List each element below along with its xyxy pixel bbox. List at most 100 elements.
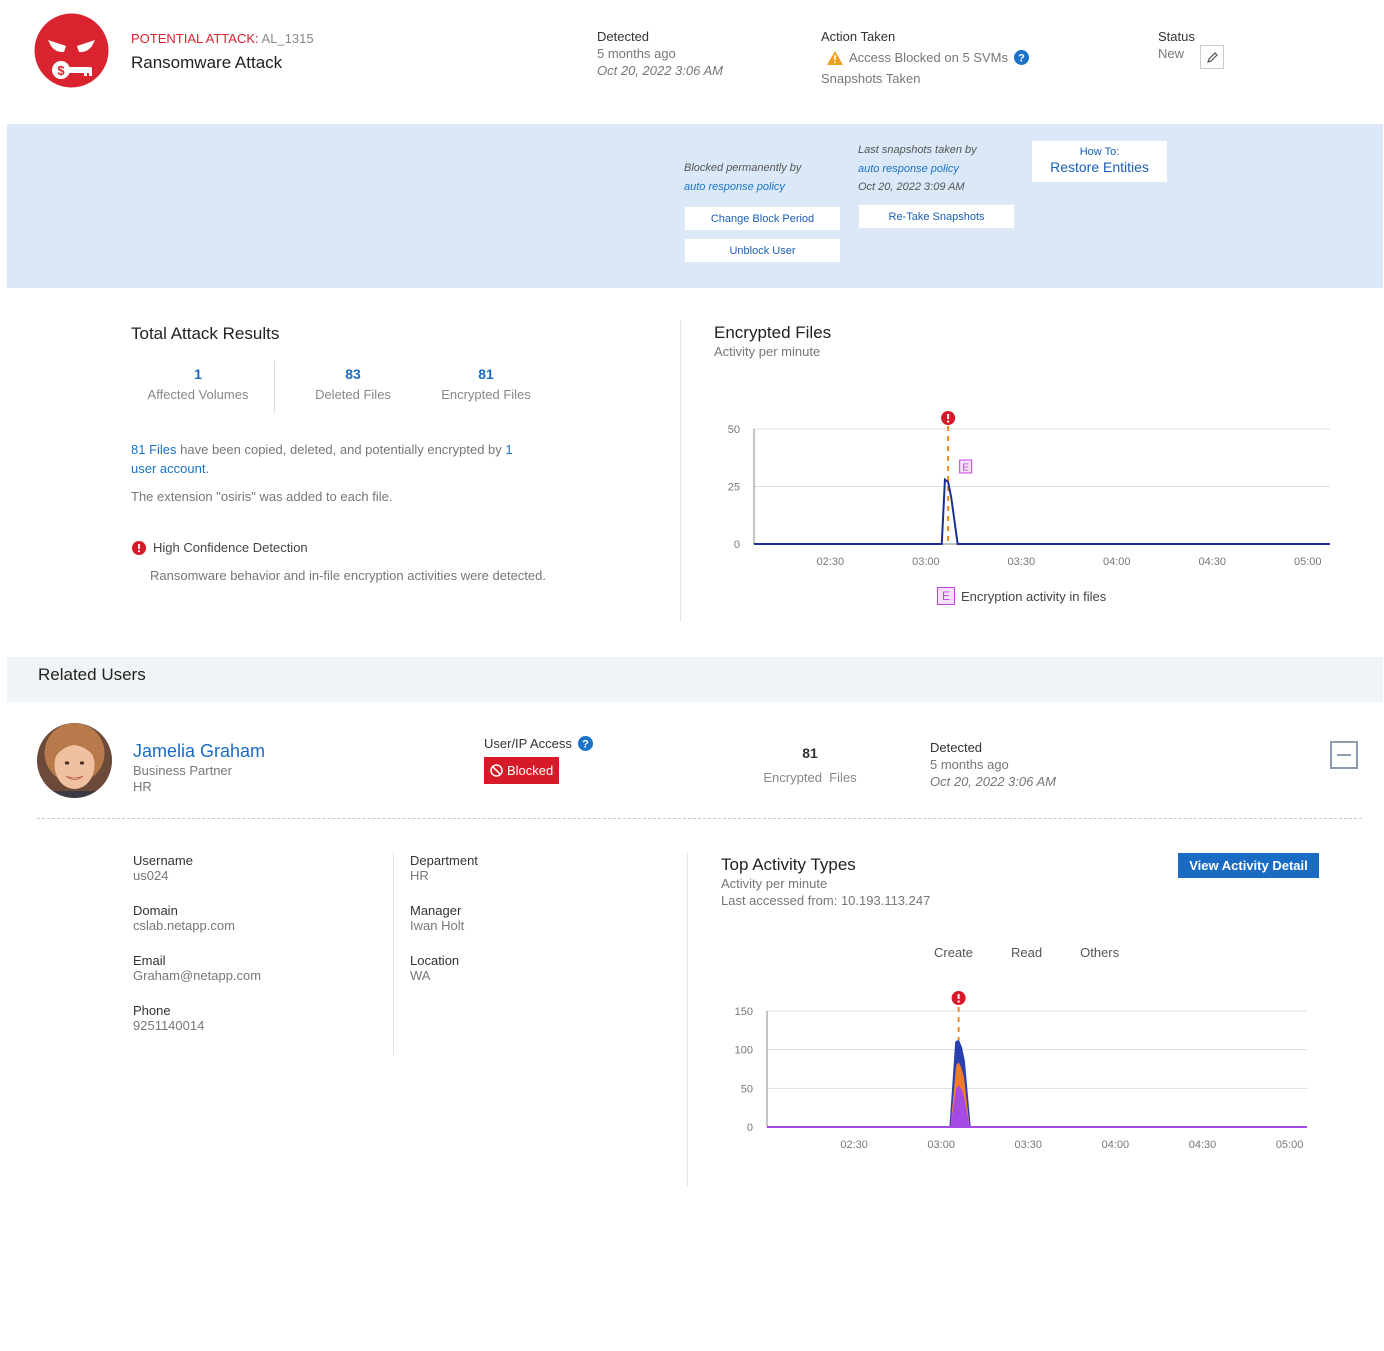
legend-read[interactable]: Read — [1011, 945, 1042, 960]
x-tick-label: 02:30 — [840, 1139, 868, 1151]
retake-snapshots-button[interactable]: Re-Take Snapshots — [858, 204, 1015, 229]
field-label: Phone — [133, 1003, 171, 1018]
x-tick-label: 04:30 — [1198, 556, 1226, 568]
change-block-period-button[interactable]: Change Block Period — [684, 206, 841, 231]
field-manager: Manager Iwan Holt — [410, 903, 478, 953]
how-to-restore-button[interactable]: How To: Restore Entities — [1032, 141, 1167, 182]
x-tick-label: 05:00 — [1276, 1139, 1304, 1151]
user-detected-label: Detected — [930, 740, 983, 755]
alert-icon — [132, 540, 146, 555]
edit-status-button[interactable] — [1200, 45, 1224, 69]
dashed-separator — [37, 818, 1362, 819]
field-value: us024 — [133, 868, 169, 883]
manager-link[interactable]: Iwan Holt — [410, 918, 478, 933]
y-tick-label: 100 — [735, 1045, 753, 1057]
user-dept: HR — [133, 779, 152, 794]
user-access-row: User/IP Access ? — [484, 736, 593, 751]
user-account-link[interactable]: user account — [131, 461, 205, 476]
stat-label: Deleted Files — [315, 387, 391, 402]
svg-text:?: ? — [582, 739, 589, 751]
legend-others[interactable]: Others — [1080, 945, 1119, 960]
email-link[interactable]: Graham@netapp.com — [133, 968, 261, 983]
user-fields-left: Username us024 Domain cslab.netapp.com E… — [133, 853, 261, 1053]
user-avatar — [37, 723, 112, 798]
field-value: cslab.netapp.com — [133, 918, 235, 933]
x-tick-label: 02:30 — [817, 556, 845, 568]
legend-label: Encryption activity in files — [961, 588, 1107, 604]
stat-value: 1 — [194, 366, 202, 382]
encryption-marker-icon: E — [937, 587, 955, 605]
help-icon[interactable]: ? — [577, 736, 593, 751]
confidence-row: High Confidence Detection — [132, 540, 308, 555]
status-value: New — [1158, 46, 1185, 61]
stat-affected-volumes: 1 Affected Volumes — [134, 366, 262, 402]
encrypted-files-chart: 0 25 50 02:30 03:00 03:30 04:00 04:30 05:00 E — [728, 411, 1330, 568]
detected-time: Oct 20, 2022 3:06 AM — [597, 63, 723, 78]
related-users-header — [7, 657, 1383, 702]
area-series-create — [767, 1083, 1307, 1128]
files-link[interactable]: 81 Files — [131, 442, 177, 457]
field-location: Location WA — [410, 953, 478, 1003]
svg-text:$: $ — [57, 63, 65, 78]
results-title: Total Attack Results — [131, 324, 280, 343]
detected-relative: 5 months ago — [597, 46, 676, 61]
status-label: Status — [1158, 29, 1195, 44]
blocked-by-text: Blocked permanently by — [684, 162, 802, 174]
y-tick-label: 0 — [747, 1122, 753, 1134]
series-line — [754, 477, 1330, 545]
attack-summary: 81 Files have been copied, deleted, and … — [131, 440, 551, 478]
user-encrypted-count: 81 — [802, 745, 818, 761]
stat-label: Affected Volumes — [147, 387, 249, 402]
user-count-link[interactable]: 1 — [505, 442, 512, 457]
field-label: Department — [410, 853, 478, 868]
activity-title: Top Activity Types — [721, 855, 856, 874]
x-tick-label: 04:30 — [1189, 1139, 1217, 1151]
field-username: Username us024 — [133, 853, 261, 903]
field-value: HR — [410, 868, 429, 883]
stat-label: Encrypted Files — [441, 387, 531, 402]
field-value: WA — [410, 968, 431, 983]
collapse-button[interactable] — [1330, 741, 1358, 769]
x-tick-label: 04:00 — [1103, 556, 1131, 568]
view-activity-detail-button[interactable]: View Activity Detail — [1178, 853, 1319, 878]
alert-icon-dot — [957, 1000, 960, 1003]
related-users-title: Related Users — [38, 665, 146, 684]
user-detected-time: Oct 20, 2022 3:06 AM — [930, 774, 1056, 789]
confidence-text: Ransomware behavior and in-file encrypti… — [150, 568, 546, 583]
alert-icon-bar — [947, 414, 950, 419]
help-icon[interactable]: ? — [1013, 50, 1029, 65]
action-taken-row: Access Blocked on 5 SVMs ? — [827, 50, 1029, 65]
summary-end: . — [205, 461, 210, 476]
x-tick-label: 04:00 — [1102, 1139, 1130, 1151]
field-email: Email Graham@netapp.com — [133, 953, 261, 1003]
encrypted-chart-legend: E Encryption activity in files — [937, 587, 1106, 605]
stat-divider — [274, 361, 275, 413]
encrypted-chart-title: Encrypted Files — [714, 323, 832, 342]
section-divider — [680, 320, 681, 622]
field-phone: Phone 9251140014 — [133, 1003, 261, 1053]
field-label: Email — [133, 953, 166, 968]
action-taken-text: Access Blocked on 5 SVMs — [849, 50, 1008, 65]
y-tick-label: 150 — [735, 1006, 753, 1018]
y-tick-label: 50 — [741, 1083, 753, 1095]
area-series-read — [767, 1060, 1307, 1128]
unblock-user-button[interactable]: Unblock User — [684, 238, 841, 263]
x-tick-label: 03:30 — [1015, 1139, 1043, 1151]
user-encrypted-label: Encrypted Files — [763, 770, 857, 785]
user-fields-right: Department HR Manager Iwan Holt Location… — [410, 853, 478, 1003]
user-name-link[interactable]: Jamelia Graham — [133, 741, 265, 762]
snapshot-policy-link[interactable]: auto response policy — [858, 163, 959, 175]
alert-id-line: POTENTIAL ATTACK: AL_1315 — [131, 31, 314, 46]
detected-label: Detected — [597, 29, 650, 44]
alert-title: Ransomware Attack — [131, 53, 283, 72]
svg-text:?: ? — [1018, 53, 1025, 65]
confidence-title: High Confidence Detection — [153, 540, 308, 555]
fields-divider — [393, 853, 394, 1055]
legend-create[interactable]: Create — [934, 945, 973, 960]
pencil-icon — [1206, 51, 1218, 63]
blocked-policy-link[interactable]: auto response policy — [684, 181, 785, 193]
x-tick-label: 03:00 — [927, 1139, 955, 1151]
field-label: Username — [133, 853, 193, 868]
activity-divider — [687, 853, 688, 1186]
user-access-label: User/IP Access — [484, 736, 572, 751]
